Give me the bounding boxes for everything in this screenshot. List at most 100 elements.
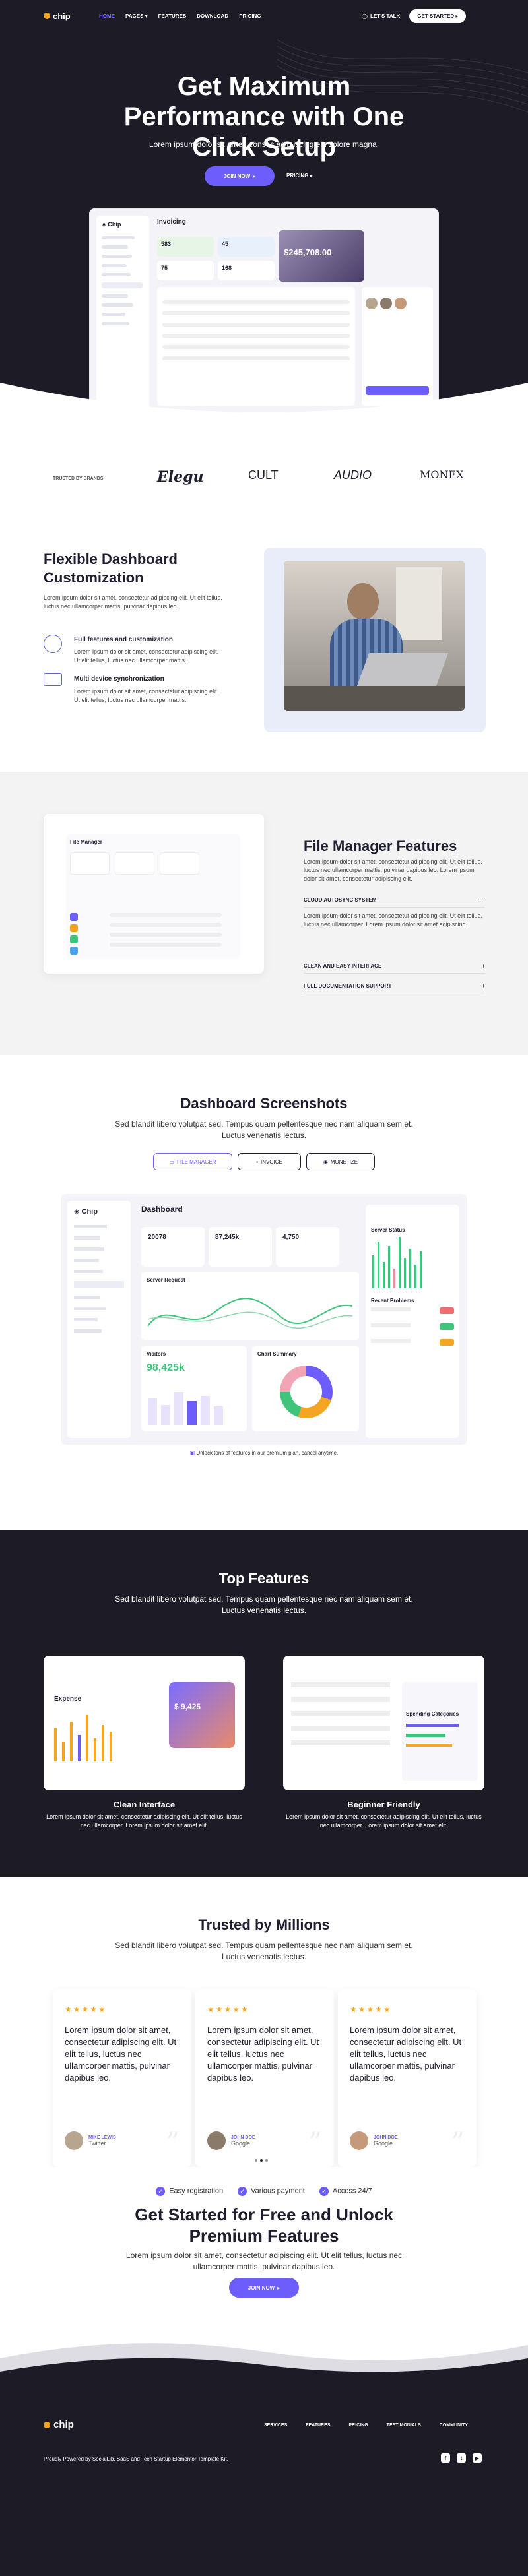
dash-logo: ◈ Chip xyxy=(74,1208,98,1216)
footer-link-testimonials[interactable]: TESTIMONIALS xyxy=(387,2423,421,2428)
accordion-cloud-autosync[interactable]: CLOUD AUTOSYNC SYSTEM — xyxy=(304,897,485,908)
tab-file-manager[interactable]: ▭ FILE MANAGER xyxy=(153,1153,232,1170)
logo-mark-icon xyxy=(44,13,50,19)
dash-stat: 75 xyxy=(161,265,168,271)
feature-text: Lorem ipsum dolor sit amet, consectetur … xyxy=(74,648,219,664)
fm-panel-title: File Manager xyxy=(70,839,102,845)
person-name: JOHN DOE xyxy=(374,2135,398,2140)
minus-icon: — xyxy=(480,897,485,903)
carousel-dot[interactable] xyxy=(260,2159,263,2162)
lets-talk-link[interactable]: ◯ LET'S TALK xyxy=(362,13,400,19)
hero-pricing-link[interactable]: PRICING ▸ xyxy=(286,173,313,179)
fm-text: Lorem ipsum dolor sit amet, consectetur … xyxy=(304,858,482,882)
plus-icon: + xyxy=(482,983,485,989)
visitors-card: Visitors 98,425k xyxy=(141,1346,247,1431)
carousel-dot[interactable] xyxy=(265,2159,268,2162)
cta-section: ✓ Easy registration ✓ Various payment ✓ Acc… xyxy=(0,2159,528,2385)
get-started-button[interactable]: GET STARTED ▸ xyxy=(409,9,467,23)
avatar xyxy=(350,2131,368,2150)
top-features-subtitle: Sed blandit libero volutpat sed. Tempus … xyxy=(115,1594,413,1615)
dash-stat: 45 xyxy=(222,241,229,247)
feature-text: Lorem ipsum dolor sit amet, consectetur … xyxy=(286,1813,482,1829)
quote-icon: ” xyxy=(451,2127,465,2158)
testimonial-card: ★★★★★ Lorem ipsum dolor sit amet, consec… xyxy=(195,1989,334,2167)
carousel-dot[interactable] xyxy=(255,2159,257,2162)
testimonial-card: ★★★★★ Lorem ipsum dolor sit amet, consec… xyxy=(53,1989,191,2167)
trusted-title: Trusted by Millions xyxy=(198,1916,330,1933)
dashboard-screenshot: ◈ Chip Dashboard 20078 87,245k 4,750 Ser… xyxy=(61,1194,467,1445)
footer-logo[interactable]: chip xyxy=(44,2419,74,2430)
footer-link-services[interactable]: SERVICES xyxy=(264,2423,287,2428)
unlock-note: ▣ Unlock tons of features in our premium… xyxy=(0,1450,528,1456)
hero-subtitle: Lorem ipsum dolor sit amet, consec adip … xyxy=(148,140,380,149)
arrow-right-icon: ▸ xyxy=(253,173,256,179)
feature-text: Lorem ipsum dolor sit amet, consectetur … xyxy=(74,688,219,703)
clean-interface-preview: Expense $ 9,425 xyxy=(44,1656,245,1790)
benefit-item: ✓ Various payment xyxy=(238,2187,305,2196)
invoice-icon: ▪ xyxy=(256,1158,258,1165)
flexible-dashboard-section: Flexible Dashboard Customization Lorem i… xyxy=(0,508,528,772)
chat-icon: ◯ xyxy=(362,13,368,19)
hero-join-button[interactable]: JOIN NOW ▸ xyxy=(205,166,275,186)
folder-icon: ▭ xyxy=(169,1158,174,1165)
brand-logo: AUDIO xyxy=(334,468,372,482)
person-company: Twitter xyxy=(88,2139,106,2147)
screenshots-title: Dashboard Screenshots xyxy=(180,1095,348,1112)
top-features-title: Top Features xyxy=(218,1570,310,1586)
top-features-section: Top Features Sed blandit libero volutpat… xyxy=(0,1530,528,1877)
expense-title: Expense xyxy=(54,1695,82,1703)
pricing-label: PRICING xyxy=(286,173,309,179)
dash-logo: ◈ Chip xyxy=(102,221,121,228)
spending-title: Spending Categories xyxy=(406,1711,459,1717)
trusted-subtitle: Sed blandit libero volutpat sed. Tempus … xyxy=(115,1941,413,1961)
cta-join-button[interactable]: JOIN NOW ▸ xyxy=(229,2278,299,2298)
accordion-documentation[interactable]: FULL DOCUMENTATION SUPPORT + xyxy=(304,983,485,993)
menu-pages[interactable]: PAGES ▾ xyxy=(125,13,148,19)
menu-home[interactable]: HOME xyxy=(99,13,115,19)
footer-link-features[interactable]: FEATURES xyxy=(306,2423,330,2428)
social-links: f t ▶ xyxy=(441,2453,482,2463)
chevron-down-icon: ▾ xyxy=(145,13,148,19)
star-rating: ★★★★★ xyxy=(207,2005,249,2014)
carousel-dots xyxy=(255,2159,268,2162)
quote-icon: ” xyxy=(308,2127,322,2158)
facebook-icon[interactable]: f xyxy=(441,2453,450,2463)
dash-stat: 4,750 xyxy=(282,1234,300,1241)
man-with-laptop-photo xyxy=(284,561,465,711)
accordion-clean-interface[interactable]: CLEAN AND EASY INTERFACE + xyxy=(304,963,485,974)
tab-monetize[interactable]: ◉ MONETIZE xyxy=(306,1153,375,1170)
person-company: Google xyxy=(374,2139,393,2147)
footer-link-community[interactable]: COMMUNITY xyxy=(440,2423,468,2428)
panel-title: Recent Problems xyxy=(371,1298,414,1304)
brand-logo: MONEX xyxy=(420,468,464,481)
person-company: Google xyxy=(231,2139,251,2147)
person-name: JOHN DOE xyxy=(231,2135,255,2140)
hero-bottom-curve xyxy=(0,383,528,422)
footer-logo-text: chip xyxy=(53,2419,74,2430)
plus-icon: + xyxy=(482,963,485,969)
lock-icon: ▣ xyxy=(189,1450,195,1456)
avatar xyxy=(65,2131,83,2150)
brand-logo: Elegu xyxy=(157,468,204,486)
screenshots-subtitle: Sed blandit libero volutpat sed. Tempus … xyxy=(115,1119,413,1140)
menu-features[interactable]: FEATURES xyxy=(158,13,187,19)
screenshots-section: Dashboard Screenshots Sed blandit libero… xyxy=(0,1055,528,1530)
tab-label: FILE MANAGER xyxy=(176,1158,216,1165)
logo[interactable]: chip xyxy=(44,11,71,21)
menu-pricing[interactable]: PRICING xyxy=(239,13,261,19)
chart-summary-card: Chart Summary xyxy=(252,1346,359,1431)
star-rating: ★★★★★ xyxy=(350,2005,392,2014)
tab-invoice[interactable]: ▪ INVOICE xyxy=(238,1153,301,1170)
menu-pages-label: PAGES xyxy=(125,13,144,19)
youtube-icon[interactable]: ▶ xyxy=(473,2453,482,2463)
benefit-label: Various payment xyxy=(251,2187,305,2195)
twitter-icon[interactable]: t xyxy=(457,2453,466,2463)
footer-link-pricing[interactable]: PRICING xyxy=(349,2423,368,2428)
hero-section: chip HOME PAGES ▾ FEATURES DOWNLOAD PRIC… xyxy=(0,0,528,422)
dash-title: Invoicing xyxy=(157,218,186,226)
cta-bottom-wave xyxy=(0,2343,528,2385)
person-name: MIKE LEWIS xyxy=(88,2135,116,2140)
menu-download[interactable]: DOWNLOAD xyxy=(197,13,228,19)
dash-title: Dashboard xyxy=(141,1205,183,1214)
copyright: Proudly Powered by SocialLib. SaaS and T… xyxy=(44,2456,228,2462)
